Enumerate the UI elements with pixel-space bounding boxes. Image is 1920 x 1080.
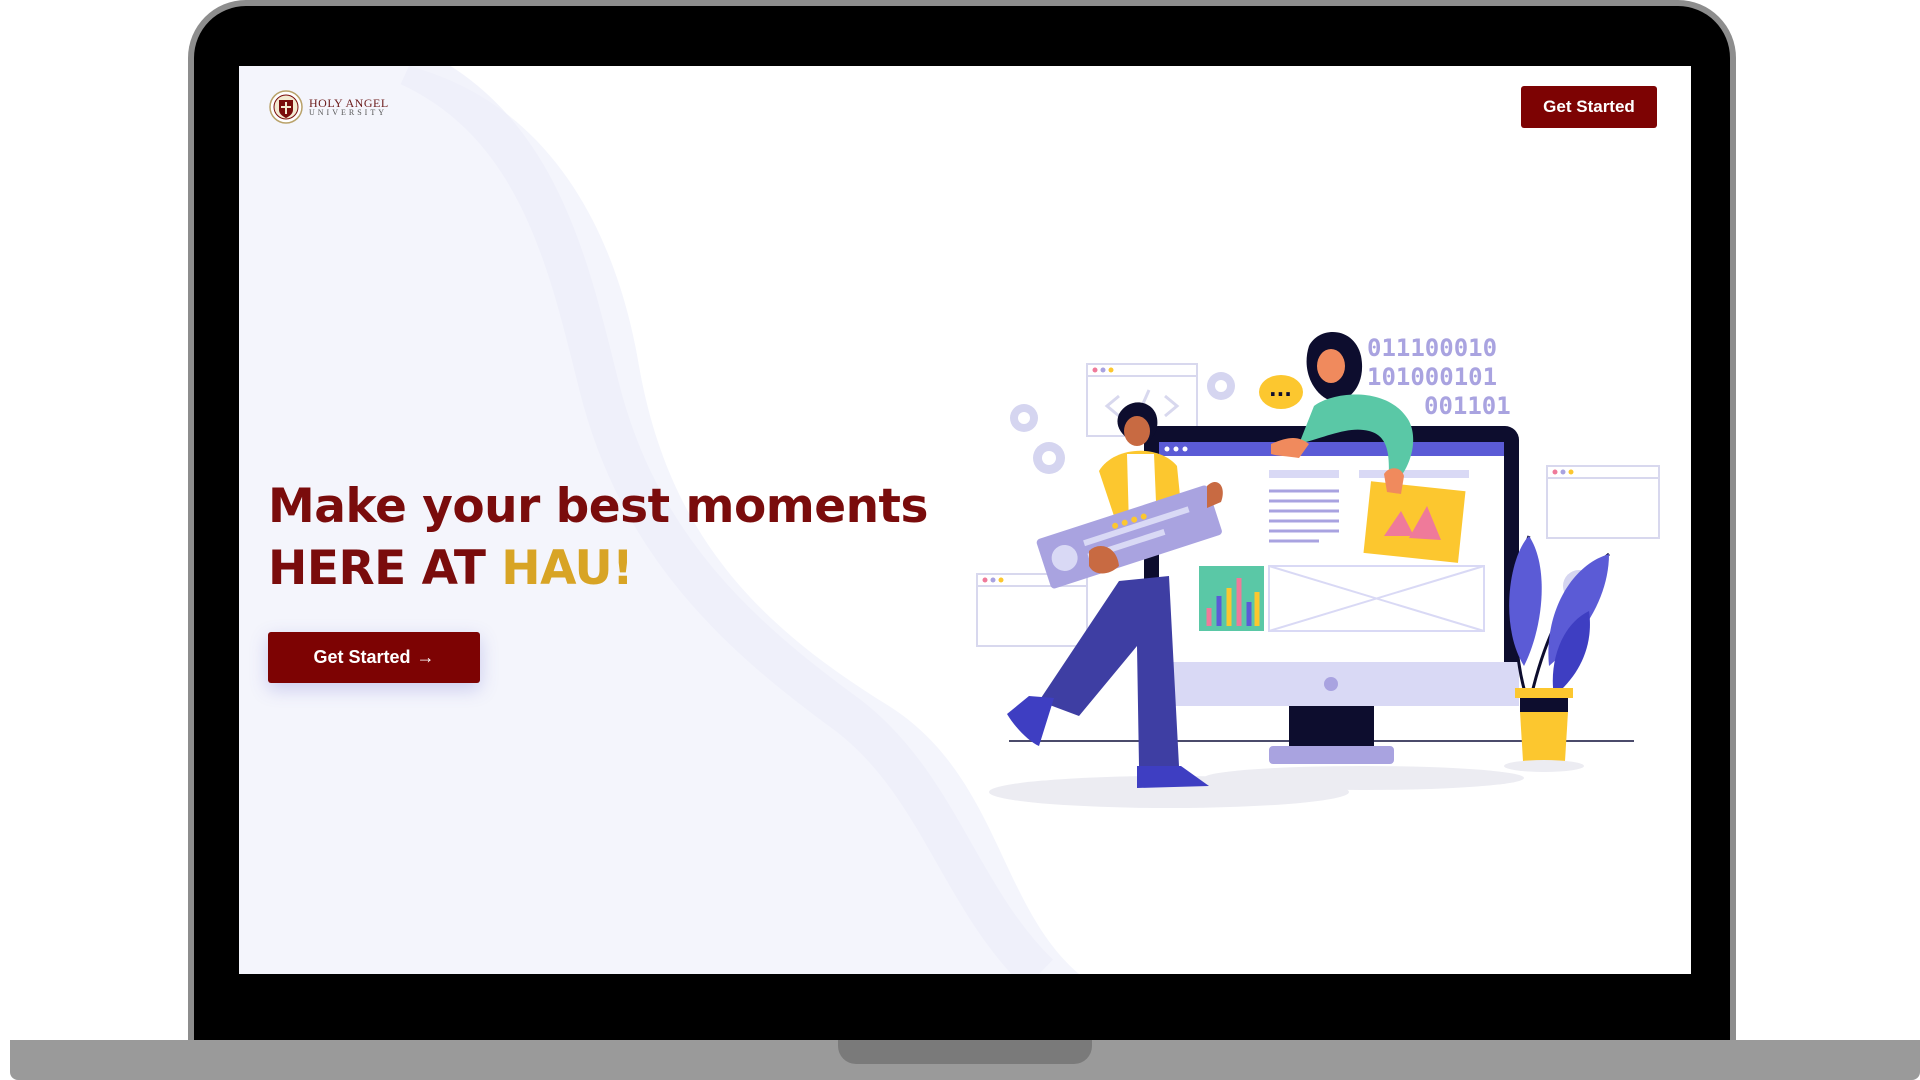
hero-headline: Make your best moments HERE AT HAU!: [268, 476, 968, 600]
logo-line2: UNIVERSITY: [309, 108, 387, 117]
laptop-notch: [838, 1040, 1092, 1064]
header-get-started-button[interactable]: Get Started: [1521, 86, 1657, 128]
binary-line-2: 101000101: [1367, 363, 1497, 391]
cta-label: Get Started: [313, 647, 411, 667]
university-seal-icon: [269, 90, 303, 124]
hero-illustration: 011100010 101000101 001101 ...: [976, 332, 1660, 808]
headline-line1: Make your best moments: [268, 479, 929, 534]
headline-line2-prefix: HERE AT: [268, 541, 502, 596]
hero-section: Make your best moments HERE AT HAU!: [268, 476, 968, 600]
right-window: [1546, 465, 1660, 539]
university-logo[interactable]: HOLY ANGEL UNIVERSITY: [269, 88, 389, 126]
hero-get-started-button[interactable]: Get Started →: [268, 632, 480, 683]
browser-viewport: HOLY ANGEL UNIVERSITY Get Started Make y…: [239, 66, 1691, 974]
arrow-right-icon: →: [416, 647, 435, 667]
left-window: [976, 573, 1088, 647]
logo-wordmark: HOLY ANGEL UNIVERSITY: [309, 97, 389, 117]
headline-accent: HAU!: [501, 541, 634, 596]
laptop-frame: HOLY ANGEL UNIVERSITY Get Started Make y…: [0, 0, 1920, 1080]
speech-bubble-text: ...: [1269, 377, 1292, 401]
binary-line-1: 011100010: [1367, 334, 1497, 362]
image-card: [1363, 481, 1466, 563]
monitor: [1144, 426, 1519, 764]
binary-line-3: 001101: [1424, 392, 1511, 420]
plant-decoration: [1504, 535, 1610, 772]
